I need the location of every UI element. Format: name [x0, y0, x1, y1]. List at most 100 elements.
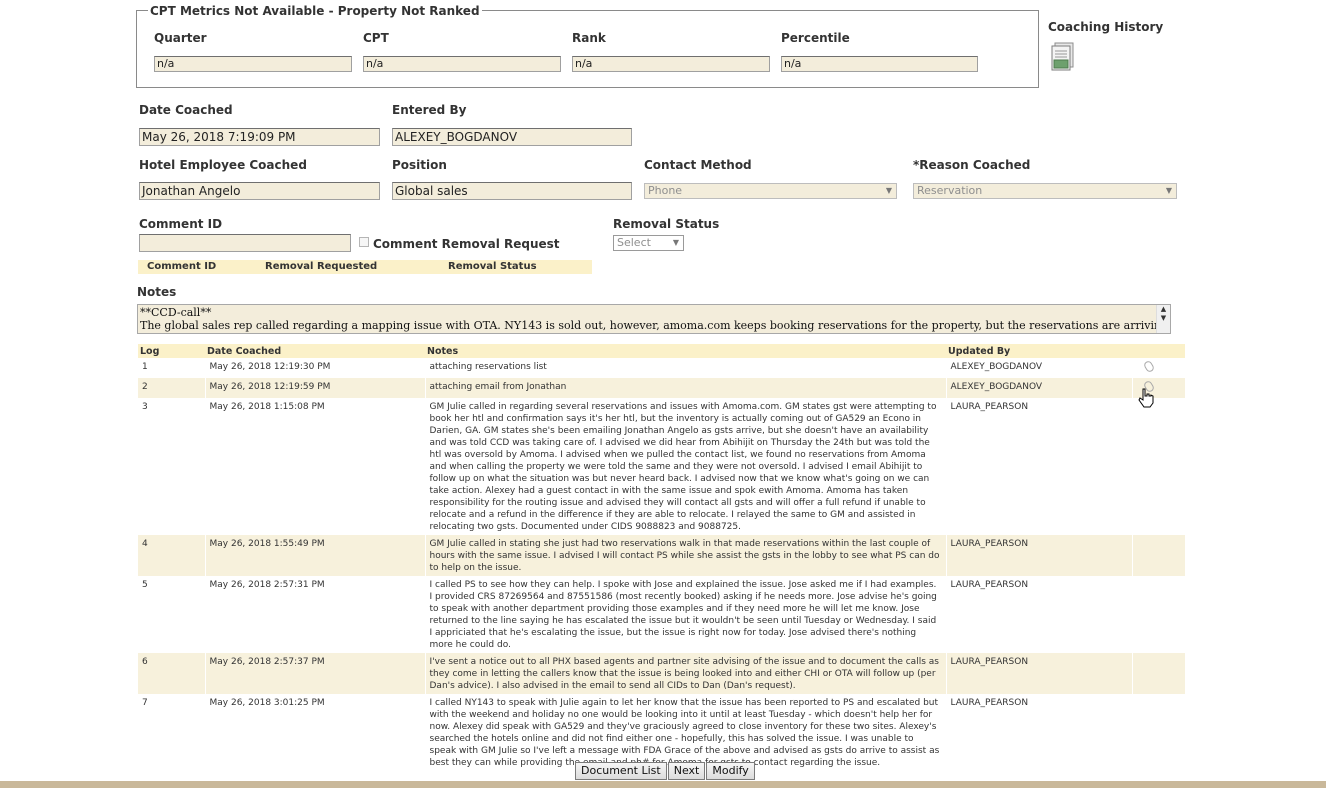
- percentile-label: Percentile: [781, 31, 850, 45]
- log-date: May 26, 2018 12:19:30 PM: [205, 358, 426, 378]
- comment-id-field[interactable]: [139, 234, 351, 252]
- quarter-label: Quarter: [154, 31, 207, 45]
- chevron-down-icon: ▼: [672, 238, 679, 247]
- removal-requested-column: Removal Requested: [265, 261, 378, 272]
- log-column: Log: [138, 344, 205, 358]
- log-notes: GM Julie called in stating she just had …: [425, 535, 947, 576]
- log-date: May 26, 2018 2:57:31 PM: [205, 576, 426, 653]
- notes-scrollbar[interactable]: ▲ ▼: [1156, 305, 1170, 333]
- attachment-cell: [1132, 398, 1186, 535]
- button-bar: Document List Next Modify: [575, 762, 756, 780]
- log-date: May 26, 2018 2:57:37 PM: [205, 653, 426, 694]
- comment-table-header: Comment ID Removal Requested Removal Sta…: [138, 260, 592, 274]
- metrics-legend: CPT Metrics Not Available - Property Not…: [148, 4, 482, 18]
- log-notes: I called NY143 to speak with Julie again…: [425, 694, 947, 771]
- footer-bar: [0, 781, 1326, 788]
- removal-status-column: Removal Status: [448, 261, 537, 272]
- attachment-cell: [1132, 694, 1186, 771]
- log-updated-by: ALEXEY_BOGDANOV: [946, 358, 1133, 378]
- chevron-down-icon: ▼: [885, 186, 892, 195]
- attachment-cell: [1132, 535, 1186, 576]
- document-list-button[interactable]: Document List: [575, 762, 667, 780]
- position-field[interactable]: Global sales: [392, 182, 632, 200]
- log-updated-by: LAURA_PEARSON: [946, 694, 1133, 771]
- log-date: May 26, 2018 3:01:25 PM: [205, 694, 426, 771]
- log-updated-by: LAURA_PEARSON: [946, 653, 1133, 694]
- comment-removal-label: Comment Removal Request: [373, 237, 560, 251]
- table-row: 4 May 26, 2018 1:55:49 PM GM Julie calle…: [138, 535, 1186, 576]
- notes-label: Notes: [137, 285, 177, 299]
- date-coached-label: Date Coached: [139, 103, 233, 117]
- table-row: 1 May 26, 2018 12:19:30 PM attaching res…: [138, 358, 1186, 378]
- rank-label: Rank: [572, 31, 606, 45]
- employee-field[interactable]: Jonathan Angelo: [139, 182, 380, 200]
- notes-line-1: **CCD-call**: [140, 306, 212, 319]
- removal-status-select[interactable]: Select ▼: [613, 235, 684, 251]
- log-date: May 26, 2018 1:55:49 PM: [205, 535, 426, 576]
- table-row: 3 May 26, 2018 1:15:08 PM GM Julie calle…: [138, 398, 1186, 535]
- date-coached-column: Date Coached: [205, 344, 425, 358]
- log-date: May 26, 2018 12:19:59 PM: [205, 378, 426, 398]
- log-date: May 26, 2018 1:15:08 PM: [205, 398, 426, 535]
- log-number: 2: [138, 378, 206, 398]
- notes-line-2: The global sales rep called regarding a …: [140, 319, 1171, 332]
- hand-cursor-icon: [1138, 388, 1154, 408]
- paperclip-icon[interactable]: [1142, 359, 1155, 374]
- log-updated-by: LAURA_PEARSON: [946, 535, 1133, 576]
- next-button[interactable]: Next: [667, 762, 706, 780]
- log-table: Log Date Coached Notes Updated By 1 May …: [138, 344, 1186, 771]
- table-row: 5 May 26, 2018 2:57:31 PM I called PS to…: [138, 576, 1186, 653]
- attachment-cell: [1132, 653, 1186, 694]
- cpt-label: CPT: [363, 31, 389, 45]
- attachment-column: [1132, 344, 1185, 358]
- metrics-fieldset: [136, 10, 1039, 88]
- log-notes: I called PS to see how they can help. I …: [425, 576, 947, 653]
- entered-by-field[interactable]: ALEXEY_BOGDANOV: [392, 128, 632, 146]
- log-notes: attaching reservations list: [425, 358, 947, 378]
- reason-coached-label: *Reason Coached: [913, 158, 1031, 172]
- removal-status-label: Removal Status: [613, 217, 720, 231]
- removal-status-value: Select: [617, 236, 651, 249]
- attachment-cell: [1132, 358, 1186, 378]
- comment-removal-checkbox[interactable]: [359, 237, 369, 247]
- log-notes: GM Julie called in regarding several res…: [425, 398, 947, 535]
- log-number: 3: [138, 398, 206, 535]
- log-number: 1: [138, 358, 206, 378]
- comment-id-column: Comment ID: [147, 261, 217, 272]
- log-number: 7: [138, 694, 206, 771]
- table-row: 2 May 26, 2018 12:19:59 PM attaching ema…: [138, 378, 1186, 398]
- log-updated-by: ALEXEY_BOGDANOV: [946, 378, 1133, 398]
- contact-method-value: Phone: [648, 184, 683, 197]
- comment-id-label: Comment ID: [139, 217, 223, 231]
- reason-coached-value: Reservation: [917, 184, 983, 197]
- position-label: Position: [392, 158, 447, 172]
- rank-field[interactable]: n/a: [572, 56, 770, 72]
- log-header-row: Log Date Coached Notes Updated By: [138, 344, 1185, 358]
- log-number: 6: [138, 653, 206, 694]
- reason-coached-select[interactable]: Reservation ▼: [913, 183, 1177, 199]
- percentile-field[interactable]: n/a: [781, 56, 978, 72]
- table-row: 6 May 26, 2018 2:57:37 PM I've sent a no…: [138, 653, 1186, 694]
- coaching-history-title: Coaching History: [1048, 20, 1164, 34]
- log-number: 5: [138, 576, 206, 653]
- cpt-field[interactable]: n/a: [363, 56, 561, 72]
- date-coached-field[interactable]: May 26, 2018 7:19:09 PM: [139, 128, 380, 146]
- table-row: 7 May 26, 2018 3:01:25 PM I called NY143…: [138, 694, 1186, 771]
- quarter-field[interactable]: n/a: [154, 56, 352, 72]
- notes-textarea[interactable]: **CCD-call** The global sales rep called…: [137, 304, 1171, 334]
- log-notes: I've sent a notice out to all PHX based …: [425, 653, 947, 694]
- entered-by-label: Entered By: [392, 103, 467, 117]
- contact-method-select[interactable]: Phone ▼: [644, 183, 897, 199]
- log-number: 4: [138, 535, 206, 576]
- employee-label: Hotel Employee Coached: [139, 158, 307, 172]
- contact-method-label: Contact Method: [644, 158, 752, 172]
- document-history-icon[interactable]: [1051, 42, 1077, 72]
- log-updated-by: LAURA_PEARSON: [946, 576, 1133, 653]
- attachment-cell: [1132, 576, 1186, 653]
- log-notes: attaching email from Jonathan: [425, 378, 947, 398]
- notes-column: Notes: [425, 344, 946, 358]
- modify-button[interactable]: Modify: [706, 762, 755, 780]
- updated-by-column: Updated By: [946, 344, 1132, 358]
- chevron-down-icon: ▼: [1165, 186, 1172, 195]
- log-updated-by: LAURA_PEARSON: [946, 398, 1133, 535]
